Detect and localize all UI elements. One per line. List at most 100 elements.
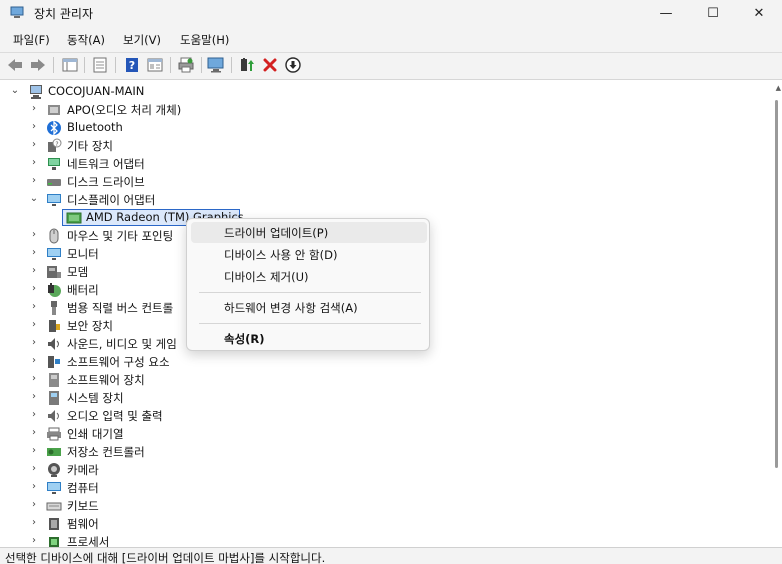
ctx-separator xyxy=(199,323,421,324)
chevron-right-icon[interactable]: › xyxy=(29,535,39,547)
display-adapter-icon xyxy=(66,212,82,224)
help-button[interactable]: ? xyxy=(123,56,141,74)
monitor-scan-icon xyxy=(207,57,224,73)
chevron-right-icon[interactable]: › xyxy=(29,481,39,493)
ctx-properties[interactable]: 속성(R) xyxy=(191,328,427,349)
tree-category-row[interactable]: › 키보드 xyxy=(0,497,782,515)
ctx-uninstall-device[interactable]: 디바이스 제거(U) xyxy=(191,266,427,287)
audio-processing-icon xyxy=(48,105,60,115)
chevron-right-icon[interactable]: › xyxy=(29,121,39,133)
view-resources-button[interactable] xyxy=(146,56,164,74)
ctx-scan-hardware-label: 하드웨어 변경 사항 검색(A) xyxy=(224,301,358,315)
minimize-button[interactable]: — xyxy=(643,0,689,26)
tree-category-row[interactable]: › APO(오디오 처리 개체) xyxy=(0,101,782,119)
chevron-right-icon[interactable]: › xyxy=(29,139,39,151)
chevron-down-icon[interactable]: ⌄ xyxy=(10,85,20,97)
tree-category-row[interactable]: › 네트워크 어댑터 xyxy=(0,155,782,173)
tree-category-label: 프로세서 xyxy=(67,535,110,547)
chevron-right-icon[interactable]: › xyxy=(29,445,39,457)
chevron-right-icon[interactable]: › xyxy=(29,409,39,421)
status-bar: 선택한 디바이스에 대해 [드라이버 업데이트 마법사]를 시작합니다. xyxy=(0,547,782,564)
chevron-right-icon[interactable]: › xyxy=(29,157,39,169)
ctx-separator xyxy=(199,292,421,293)
chevron-right-icon[interactable]: › xyxy=(29,355,39,367)
chevron-right-icon[interactable]: › xyxy=(29,463,39,475)
tree-category-row[interactable]: › 펌웨어 xyxy=(0,515,782,533)
tree-root-label: COCOJUAN-MAIN xyxy=(48,84,145,98)
print-button[interactable] xyxy=(177,56,195,74)
tree-category-row[interactable]: › 소프트웨어 장치 xyxy=(0,371,782,389)
disable-device-button[interactable] xyxy=(284,56,302,74)
unknown-device-icon: ? xyxy=(48,138,62,152)
menu-help[interactable]: 도움말(H) xyxy=(180,32,229,48)
status-text: 선택한 디바이스에 대해 [드라이버 업데이트 마법사]를 시작합니다. xyxy=(5,551,326,564)
tree-root[interactable]: ⌄ COCOJUAN-MAIN xyxy=(0,83,782,101)
tree-category-row[interactable]: › 오디오 입력 및 출력 xyxy=(0,407,782,425)
tree-category-row[interactable]: ⌄ 디스플레이 어댑터 xyxy=(0,191,782,209)
chevron-right-icon[interactable]: › xyxy=(29,229,39,241)
maximize-button[interactable]: ☐ xyxy=(690,0,736,26)
ctx-disable-device[interactable]: 디바이스 사용 안 함(D) xyxy=(191,244,427,265)
tree-category-row[interactable]: › 컴퓨터 xyxy=(0,479,782,497)
properties-sheet-button[interactable] xyxy=(91,56,109,74)
close-button[interactable]: ✕ xyxy=(736,0,782,26)
chevron-right-icon[interactable]: › xyxy=(29,265,39,277)
tree-category-row[interactable]: › 저장소 컨트롤러 xyxy=(0,443,782,461)
menu-file[interactable]: 파일(F) xyxy=(13,32,50,48)
toolbar-separator xyxy=(115,57,116,73)
tree-category-row[interactable]: › Bluetooth xyxy=(0,119,782,137)
disk-drive-icon xyxy=(47,179,61,186)
forward-button[interactable] xyxy=(29,56,47,74)
menu-action[interactable]: 동작(A) xyxy=(67,32,105,48)
security-device-icon xyxy=(49,320,60,332)
sound-icon xyxy=(48,338,59,350)
chevron-right-icon[interactable]: › xyxy=(29,427,39,439)
update-driver-button[interactable] xyxy=(238,56,256,74)
software-component-icon xyxy=(48,356,60,368)
tree-category-label: 키보드 xyxy=(67,499,99,513)
monitor-icon xyxy=(47,248,61,260)
chevron-right-icon[interactable]: › xyxy=(29,499,39,511)
chevron-right-icon[interactable]: › xyxy=(29,247,39,259)
help-icon: ? xyxy=(126,58,138,72)
tree-category-label: 디스크 드라이브 xyxy=(67,175,145,189)
chevron-right-icon[interactable]: › xyxy=(29,283,39,295)
toolbar-separator xyxy=(53,57,54,73)
toolbar-separator xyxy=(170,57,171,73)
chevron-right-icon[interactable]: › xyxy=(29,175,39,187)
toolbar-separator xyxy=(231,57,232,73)
uninstall-device-button[interactable] xyxy=(261,56,279,74)
ctx-scan-hardware[interactable]: 하드웨어 변경 사항 검색(A) xyxy=(191,297,427,318)
console-tree-icon xyxy=(62,58,78,72)
svg-text:?: ? xyxy=(129,59,135,72)
tree-category-row[interactable]: ›? 기타 장치 xyxy=(0,137,782,155)
chevron-right-icon[interactable]: › xyxy=(29,319,39,331)
chevron-right-icon[interactable]: › xyxy=(29,103,39,115)
menu-view[interactable]: 보기(V) xyxy=(123,32,161,48)
back-button[interactable] xyxy=(6,56,24,74)
device-manager-icon xyxy=(10,6,24,18)
storage-controller-icon xyxy=(47,448,61,456)
tree-category-label: 마우스 및 기타 포인팅 xyxy=(67,229,174,243)
tree-category-row[interactable]: › 프로세서 xyxy=(0,533,782,547)
modem-icon xyxy=(47,266,61,278)
tree-category-row[interactable]: › 카메라 xyxy=(0,461,782,479)
ctx-update-driver[interactable]: 드라이버 업데이트(P) xyxy=(191,222,427,243)
tree-category-label: 소프트웨어 장치 xyxy=(67,373,145,387)
chevron-down-icon[interactable]: ⌄ xyxy=(29,193,39,205)
chevron-right-icon[interactable]: › xyxy=(29,391,39,403)
chevron-right-icon[interactable]: › xyxy=(29,337,39,349)
scan-hardware-button[interactable] xyxy=(207,56,225,74)
show-hide-console-tree-button[interactable] xyxy=(61,56,79,74)
tree-category-row[interactable]: › 인쇄 대기열 xyxy=(0,425,782,443)
chevron-right-icon[interactable]: › xyxy=(29,301,39,313)
chevron-right-icon[interactable]: › xyxy=(29,517,39,529)
tree-category-row[interactable]: › 소프트웨어 구성 요소 xyxy=(0,353,782,371)
tree-category-label: Bluetooth xyxy=(67,120,123,134)
tree-category-label: 모뎀 xyxy=(67,265,89,279)
tree-category-row[interactable]: › 시스템 장치 xyxy=(0,389,782,407)
tree-category-row[interactable]: › 디스크 드라이브 xyxy=(0,173,782,191)
chevron-right-icon[interactable]: › xyxy=(29,373,39,385)
update-driver-icon xyxy=(241,58,254,71)
keyboard-icon xyxy=(46,502,62,511)
